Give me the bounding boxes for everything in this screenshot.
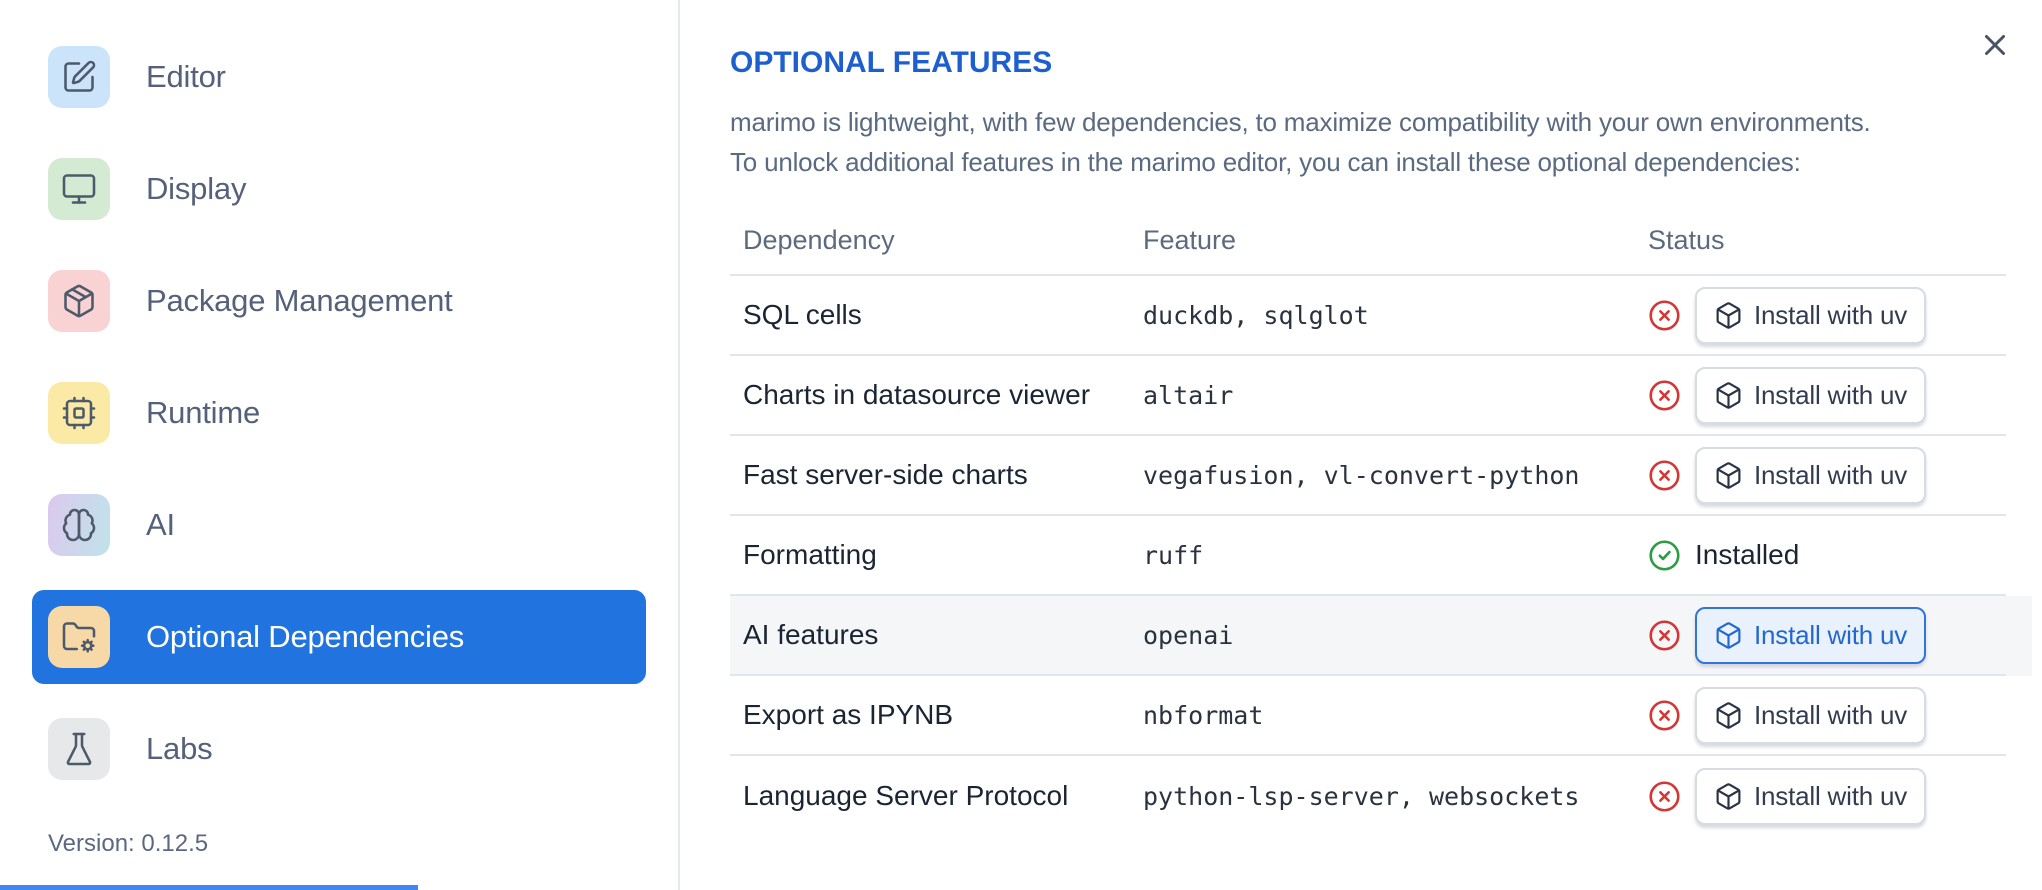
sidebar-item-runtime[interactable]: Runtime — [32, 366, 646, 460]
sidebar-item-label: AI — [146, 507, 175, 542]
dependency-cell: SQL cells — [743, 299, 862, 330]
background-app-strip — [0, 885, 418, 890]
not-installed-icon — [1648, 379, 1681, 412]
folder-cog-icon — [48, 606, 110, 668]
install-with-uv-button[interactable]: Install with uv — [1695, 686, 1927, 744]
install-with-uv-button[interactable]: Install with uv — [1695, 446, 1927, 504]
version-label: Version: 0.12.5 — [48, 830, 209, 857]
sidebar-item-package-management[interactable]: Package Management — [32, 254, 646, 348]
dependency-cell: Formatting — [743, 539, 877, 570]
package-box-icon — [1714, 301, 1743, 330]
table-row: Language Server Protocol python-lsp-serv… — [730, 756, 2006, 836]
table-row: SQL cells duckdb, sqlglot Install with u… — [730, 276, 2006, 356]
dependency-cell: Export as IPYNB — [743, 699, 954, 730]
package-box-icon — [1714, 381, 1743, 410]
dependency-cell: Fast server-side charts — [743, 459, 1028, 490]
sidebar-item-label: Editor — [146, 59, 226, 94]
package-icon — [48, 270, 110, 332]
sidebar-item-labs[interactable]: Labs — [32, 702, 646, 796]
description-line-2: To unlock additional features in the mar… — [730, 147, 1801, 177]
status-cell: Install with uv — [1644, 286, 2006, 344]
package-box-icon — [1714, 782, 1743, 811]
table-row: Formatting ruff Installed — [730, 516, 2006, 596]
column-header-dependency: Dependency — [743, 224, 895, 255]
brain-icon — [48, 494, 110, 556]
package-box-icon — [1714, 621, 1743, 650]
close-icon[interactable] — [1976, 26, 2014, 64]
install-with-uv-button[interactable]: Install with uv — [1695, 767, 1927, 825]
sidebar-item-label: Package Management — [146, 283, 453, 318]
square-pen-icon — [48, 46, 110, 108]
sidebar-item-editor[interactable]: Editor — [32, 30, 646, 124]
install-button-label: Install with uv — [1754, 780, 1908, 811]
cpu-icon — [48, 382, 110, 444]
not-installed-icon — [1648, 459, 1681, 492]
sidebar-item-label: Display — [146, 171, 247, 206]
status-cell: Install with uv — [1644, 606, 2006, 664]
installed-status-label: Installed — [1695, 539, 1800, 570]
not-installed-icon — [1648, 299, 1681, 332]
page-title: OPTIONAL FEATURES — [730, 46, 1053, 79]
column-header-status: Status — [1648, 224, 1725, 255]
install-with-uv-button[interactable]: Install with uv — [1695, 606, 1927, 664]
install-with-uv-button[interactable]: Install with uv — [1695, 366, 1927, 424]
feature-cell: openai — [1143, 620, 1234, 650]
status-cell: Install with uv — [1644, 446, 2006, 504]
status-cell: Install with uv — [1644, 686, 2006, 744]
table-row: Fast server-side charts vegafusion, vl-c… — [730, 436, 2006, 516]
column-header-feature: Feature — [1143, 224, 1237, 255]
installed-check-icon — [1648, 539, 1681, 572]
install-button-label: Install with uv — [1754, 299, 1908, 330]
not-installed-icon — [1648, 780, 1681, 813]
install-button-label: Install with uv — [1754, 619, 1908, 650]
not-installed-icon — [1648, 699, 1681, 732]
feature-cell: ruff — [1143, 540, 1204, 570]
table-header-row: Dependency Feature Status — [730, 206, 2006, 276]
monitor-icon — [48, 158, 110, 220]
settings-dialog: Editor Display Package Management Runtim… — [0, 0, 2042, 890]
package-box-icon — [1714, 701, 1743, 730]
install-button-label: Install with uv — [1754, 379, 1908, 410]
status-cell: Install with uv — [1644, 767, 2006, 825]
feature-cell: altair — [1143, 380, 1234, 410]
sidebar-item-optional-dependencies[interactable]: Optional Dependencies — [32, 590, 646, 684]
panel-description: marimo is lightweight, with few dependen… — [730, 102, 2006, 182]
feature-cell: duckdb, sqlglot — [1143, 300, 1369, 330]
feature-cell: vegafusion, vl-convert-python — [1143, 460, 1580, 490]
sidebar-item-label: Runtime — [146, 395, 261, 430]
feature-cell: nbformat — [1143, 700, 1264, 730]
settings-sidebar: Editor Display Package Management Runtim… — [0, 0, 680, 890]
install-button-label: Install with uv — [1754, 459, 1908, 490]
description-line-1: marimo is lightweight, with few dependen… — [730, 107, 1871, 137]
optional-features-panel: OPTIONAL FEATURES marimo is lightweight,… — [682, 0, 2042, 890]
package-box-icon — [1714, 461, 1743, 490]
dependency-cell: Language Server Protocol — [743, 780, 1069, 811]
table-row: Charts in datasource viewer altair Insta… — [730, 356, 2006, 436]
not-installed-icon — [1648, 619, 1681, 652]
status-cell: Install with uv — [1644, 366, 2006, 424]
install-with-uv-button[interactable]: Install with uv — [1695, 286, 1927, 344]
sidebar-item-label: Labs — [146, 731, 213, 766]
dependency-cell: Charts in datasource viewer — [743, 379, 1091, 410]
sidebar-item-display[interactable]: Display — [32, 142, 646, 236]
install-button-label: Install with uv — [1754, 699, 1908, 730]
sidebar-item-label: Optional Dependencies — [146, 619, 465, 654]
dependency-cell: AI features — [743, 619, 879, 650]
dependencies-table: Dependency Feature Status SQL cells duck… — [730, 206, 2006, 836]
table-row: AI features openai Install with uv — [730, 596, 2006, 676]
flask-icon — [48, 718, 110, 780]
table-row: Export as IPYNB nbformat Install with uv — [730, 676, 2006, 756]
status-cell: Installed — [1644, 539, 2006, 572]
feature-cell: python-lsp-server, websockets — [1143, 781, 1580, 811]
sidebar-item-ai[interactable]: AI — [32, 478, 646, 572]
